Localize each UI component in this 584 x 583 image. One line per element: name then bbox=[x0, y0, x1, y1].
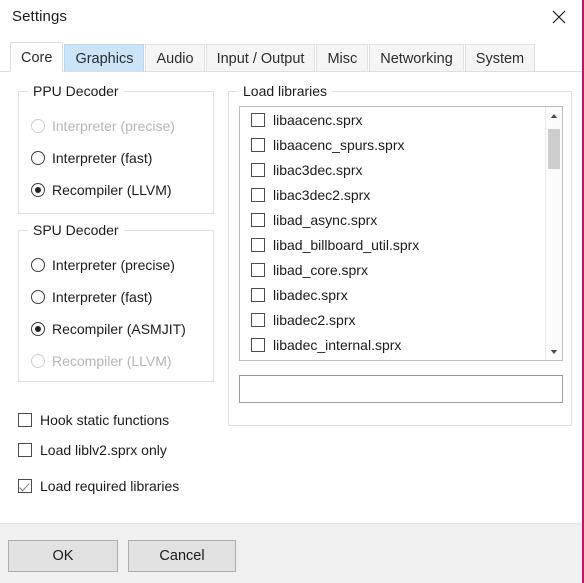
radio-label: Interpreter (fast) bbox=[52, 150, 153, 166]
library-list-item[interactable]: libaacenc_spurs.sprx bbox=[240, 132, 545, 157]
checkbox-icon[interactable] bbox=[251, 112, 265, 127]
ppu-decoder-group: PPU Decoder Interpreter (precise) Interpr… bbox=[18, 83, 214, 214]
radio-spu-decoder-0[interactable]: Interpreter (precise) bbox=[31, 255, 175, 275]
scroll-down-arrow-icon[interactable] bbox=[546, 343, 562, 360]
checkbox-icon[interactable] bbox=[18, 443, 32, 457]
checkbox-icon[interactable] bbox=[251, 162, 265, 177]
tab-system[interactable]: System bbox=[464, 44, 536, 72]
library-name: libaacenc_spurs.sprx bbox=[273, 136, 405, 153]
tab-audio[interactable]: Audio bbox=[145, 44, 205, 72]
tab-core[interactable]: Core bbox=[10, 42, 64, 72]
radio-label: Recompiler (ASMJIT) bbox=[52, 321, 186, 337]
checkbox-icon[interactable] bbox=[251, 137, 265, 152]
radio-label: Interpreter (precise) bbox=[52, 257, 175, 273]
checkbox-icon[interactable] bbox=[18, 479, 32, 493]
checkbox-icon[interactable] bbox=[251, 312, 265, 327]
radio-label: Recompiler (LLVM) bbox=[52, 182, 172, 198]
option-checkbox-row-0[interactable]: Hook static functions bbox=[18, 410, 169, 430]
libraries-list-viewport: libaacenc.sprx libaacenc_spurs.sprx libac3… bbox=[240, 107, 545, 360]
checkbox-icon[interactable] bbox=[251, 287, 265, 302]
cancel-button[interactable]: Cancel bbox=[128, 540, 236, 572]
library-list-item[interactable]: libad_billboard_util.sprx bbox=[240, 232, 545, 257]
library-list-item[interactable]: libadec_internal.sprx bbox=[240, 332, 545, 357]
title-bar: Settings bbox=[0, 0, 582, 36]
library-name: libad_billboard_util.sprx bbox=[273, 236, 420, 253]
radio-ppu-decoder-2[interactable]: Recompiler (LLVM) bbox=[31, 180, 172, 200]
tab-list: Core Graphics Audio Input / Output Misc Netwo… bbox=[10, 42, 536, 72]
option-label: Load liblv2.sprx only bbox=[40, 442, 167, 458]
ok-button[interactable]: OK bbox=[8, 540, 118, 572]
library-list-item[interactable]: libaacenc.sprx bbox=[240, 107, 545, 132]
library-name: libaacenc.sprx bbox=[273, 111, 363, 128]
window-title: Settings bbox=[12, 8, 67, 25]
library-name: libadec2.sprx bbox=[273, 311, 356, 328]
checkbox-icon[interactable] bbox=[251, 262, 265, 277]
library-name: libad_core.sprx bbox=[273, 261, 368, 278]
tab-networking[interactable]: Networking bbox=[369, 44, 464, 72]
radio-indicator-icon bbox=[31, 151, 45, 165]
radio-label: Recompiler (LLVM) bbox=[52, 353, 172, 369]
libraries-list[interactable]: libaacenc.sprx libaacenc_spurs.sprx libac3… bbox=[239, 106, 563, 361]
library-name: libac3dec2.sprx bbox=[273, 186, 371, 203]
radio-spu-decoder-1[interactable]: Interpreter (fast) bbox=[31, 287, 152, 307]
option-label: Load required libraries bbox=[40, 478, 180, 494]
checkbox-icon[interactable] bbox=[251, 237, 265, 252]
option-label: Hook static functions bbox=[40, 412, 170, 428]
library-list-item[interactable]: libadec2.sprx bbox=[240, 307, 545, 332]
library-list-item[interactable]: libad_core.sprx bbox=[240, 257, 545, 282]
tab-page-core: PPU Decoder Interpreter (precise) Interpr… bbox=[0, 71, 582, 523]
library-list-item[interactable]: libac3dec.sprx bbox=[240, 157, 545, 182]
libraries-filter-input[interactable] bbox=[239, 375, 563, 403]
load-libraries-group: Load libraries libaacenc.sprx libaacenc_s… bbox=[228, 83, 572, 426]
library-list-item[interactable]: libac3dec2.sprx bbox=[240, 182, 545, 207]
spu-decoder-group: SPU Decoder Interpreter (precise) Interpr… bbox=[18, 222, 214, 382]
library-list-item[interactable]: libadec.sprx bbox=[240, 282, 545, 307]
library-name: libac3dec.sprx bbox=[273, 161, 363, 178]
scrollbar-thumb[interactable] bbox=[548, 129, 560, 169]
load-libraries-group-title: Load libraries bbox=[238, 83, 333, 99]
checkbox-icon[interactable] bbox=[251, 187, 265, 202]
dialog-footer: OK Cancel bbox=[0, 523, 582, 583]
checkbox-icon[interactable] bbox=[18, 413, 32, 427]
settings-dialog: Settings Core Graphics Audio Input / Output… bbox=[0, 0, 584, 583]
spu-decoder-group-title: SPU Decoder bbox=[28, 222, 124, 238]
tab-graphics[interactable]: Graphics bbox=[64, 44, 145, 72]
scroll-up-arrow-icon[interactable] bbox=[546, 107, 562, 124]
radio-label: Interpreter (precise) bbox=[52, 118, 175, 134]
checkbox-icon[interactable] bbox=[251, 212, 265, 227]
radio-spu-decoder-3: Recompiler (LLVM) bbox=[31, 351, 172, 371]
close-button[interactable] bbox=[538, 0, 580, 34]
radio-ppu-decoder-0: Interpreter (precise) bbox=[31, 116, 175, 136]
radio-label: Interpreter (fast) bbox=[52, 289, 153, 305]
checkbox-icon[interactable] bbox=[251, 337, 265, 352]
tab-misc[interactable]: Misc bbox=[316, 44, 369, 72]
library-list-item[interactable]: libad_async.sprx bbox=[240, 207, 545, 232]
option-checkbox-row-1[interactable]: Load liblv2.sprx only bbox=[18, 440, 167, 460]
radio-indicator-icon bbox=[31, 119, 45, 133]
ppu-decoder-group-title: PPU Decoder bbox=[28, 83, 124, 99]
close-icon bbox=[552, 10, 566, 24]
library-name: libadec_internal.sprx bbox=[273, 336, 402, 353]
radio-indicator-icon bbox=[31, 322, 45, 336]
tab-input-output[interactable]: Input / Output bbox=[205, 44, 316, 72]
libraries-list-scrollbar[interactable] bbox=[545, 107, 562, 360]
tab-strip: Core Graphics Audio Input / Output Misc Netwo… bbox=[0, 36, 582, 72]
option-checkbox-row-2[interactable]: Load required libraries bbox=[18, 476, 179, 496]
radio-indicator-icon bbox=[31, 258, 45, 272]
library-name: libadec.sprx bbox=[273, 286, 348, 303]
radio-indicator-icon bbox=[31, 183, 45, 197]
radio-indicator-icon bbox=[31, 290, 45, 304]
radio-ppu-decoder-1[interactable]: Interpreter (fast) bbox=[31, 148, 152, 168]
library-name: libad_async.sprx bbox=[273, 211, 378, 228]
radio-indicator-icon bbox=[31, 354, 45, 368]
radio-spu-decoder-2[interactable]: Recompiler (ASMJIT) bbox=[31, 319, 186, 339]
